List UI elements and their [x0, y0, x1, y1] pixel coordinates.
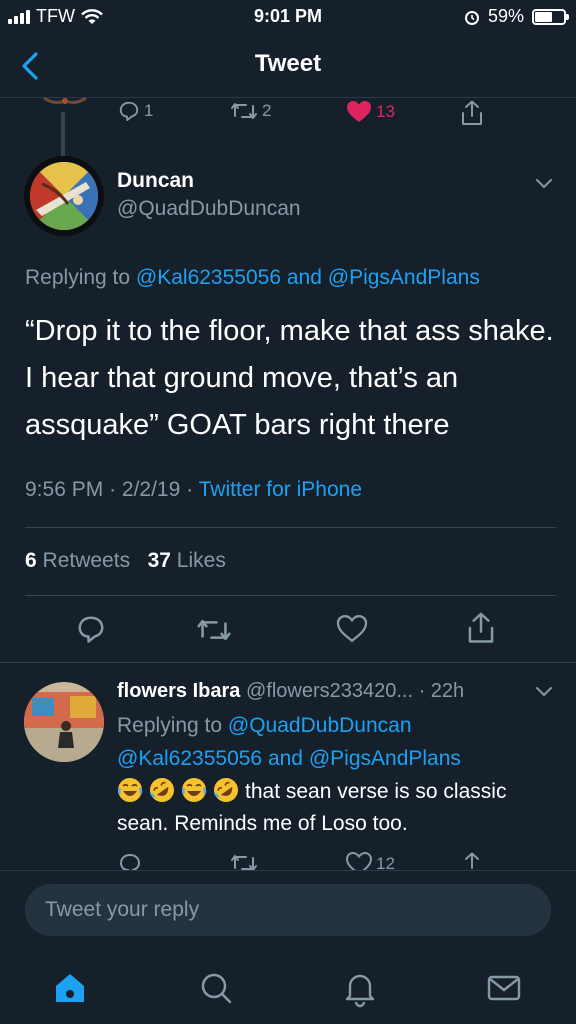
battery-percent: 59% [487, 6, 524, 26]
share-icon [465, 852, 479, 869]
reply-icon [119, 101, 139, 122]
heart-icon[interactable] [336, 615, 368, 643]
face-with-tears-of-joy-icon [117, 778, 143, 802]
reply-composer[interactable] [25, 884, 551, 936]
reply-reply-button[interactable] [118, 852, 142, 872]
parent-retweet-count: 2 [262, 101, 272, 120]
retweets-stat[interactable]: 6 Retweets [25, 549, 130, 572]
tweet-time: 9:56 PM [25, 478, 104, 501]
nav-bar: Tweet [0, 34, 576, 98]
engagement-counts: 6 Retweets 37 Likes [25, 549, 226, 573]
tweet-text: “Drop it to the floor, make that ass sha… [25, 315, 554, 441]
retweet-icon [231, 854, 257, 872]
like-count: 37 [147, 549, 171, 572]
meta-separator: · [109, 478, 117, 501]
search-icon[interactable] [196, 968, 236, 1008]
face-with-tears-of-joy-icon [181, 778, 207, 802]
tweet-meta: 9:56 PM · 2/2/19 · Twitter for iPhone [25, 478, 362, 502]
status-bar: TFW 9:01 PM 59% [0, 0, 576, 34]
parent-share-button[interactable] [460, 100, 484, 126]
parent-action-row: 1 2 13 [0, 100, 576, 126]
page-title: Tweet [254, 50, 322, 77]
parent-like-button[interactable]: 13 [346, 100, 395, 124]
mention-link-pigsandplans[interactable]: @PigsAndPlans [328, 266, 480, 289]
retweet-label: Retweets [42, 549, 131, 572]
retweet-count: 6 [25, 549, 37, 572]
chevron-down-icon[interactable] [535, 178, 553, 190]
reply-input[interactable] [25, 884, 551, 936]
parent-retweet-button[interactable]: 2 [230, 100, 271, 122]
parent-reply-count: 1 [144, 101, 154, 120]
rolling-on-floor-laughing-icon [149, 778, 174, 802]
likes-stat[interactable]: 37 Likes [148, 549, 226, 572]
mention-link-kal[interactable]: @Kal62355056 [117, 747, 262, 770]
mention-link-pigsandplans[interactable]: @PigsAndPlans [309, 747, 461, 770]
author-handle: @QuadDubDuncan [117, 197, 301, 220]
duncan-avatar[interactable] [24, 156, 104, 236]
reply-text: that sean verse is so classic sean. Remi… [117, 780, 507, 835]
mention-link-quaddubduncan[interactable]: @QuadDubDuncan [228, 714, 412, 737]
chevron-down-icon[interactable] [535, 686, 553, 698]
notifications-icon[interactable] [340, 968, 380, 1008]
reply-icon [119, 853, 141, 872]
reply-author-name[interactable]: flowers Ibara [117, 680, 240, 702]
reply-share-button[interactable] [460, 852, 484, 872]
reply-retweet-button[interactable] [230, 852, 258, 872]
flowers-avatar[interactable] [24, 682, 104, 762]
album-art-avatar-image [30, 162, 98, 230]
reply-replying-to-line: Replying to @QuadDubDuncan @Kal62355056 … [117, 709, 461, 775]
reply-header: flowers Ibara @flowers233420... · 22h [117, 680, 464, 703]
replying-to-line: Replying to @Kal62355056 and @PigsAndPla… [25, 266, 480, 290]
share-icon[interactable] [466, 612, 496, 644]
duncan-handle-wrap: @QuadDubDuncan [117, 197, 301, 221]
messages-icon[interactable] [484, 968, 524, 1008]
reply-body: that sean verse is so classic sean. Remi… [117, 776, 557, 840]
tab-bar [0, 950, 576, 1024]
heart-icon [346, 852, 372, 872]
mural-avatar-image [24, 682, 104, 762]
home-icon[interactable] [50, 968, 90, 1008]
like-label: Likes [176, 549, 226, 572]
alarm-icon [464, 10, 479, 25]
tweet-source-link[interactable]: Twitter for iPhone [199, 478, 362, 501]
divider [25, 595, 556, 596]
rolling-on-floor-laughing-icon [213, 778, 238, 802]
reply-like-button[interactable]: 12 [346, 852, 395, 872]
replying-and: and [286, 266, 322, 289]
retweet-icon [231, 103, 257, 119]
divider [25, 527, 556, 528]
reply-age: · 22h [418, 680, 465, 702]
parent-like-count: 13 [376, 102, 395, 121]
author-name: Duncan [117, 169, 195, 192]
tweet-date: 2/2/19 [121, 478, 181, 501]
reply-action-row: 12 [0, 852, 576, 872]
reply-icon[interactable] [76, 614, 106, 644]
replying-prefix: Replying to [25, 266, 131, 289]
battery-fill [535, 11, 552, 22]
mention-link-kal[interactable]: @Kal62355056 [136, 266, 281, 289]
main-action-bar [0, 610, 576, 650]
replying-prefix: Replying to [117, 714, 223, 737]
share-icon [462, 100, 482, 125]
retweet-icon[interactable] [196, 616, 232, 644]
divider [0, 662, 576, 663]
meta-separator: · [186, 478, 194, 501]
duncan-name[interactable]: Duncan [117, 169, 194, 193]
battery-icon [532, 8, 569, 25]
heart-filled-icon [347, 101, 371, 122]
replying-and: and [267, 747, 303, 770]
reply-author-handle: @flowers233420... [245, 680, 414, 702]
parent-reply-button[interactable]: 1 [118, 100, 153, 122]
